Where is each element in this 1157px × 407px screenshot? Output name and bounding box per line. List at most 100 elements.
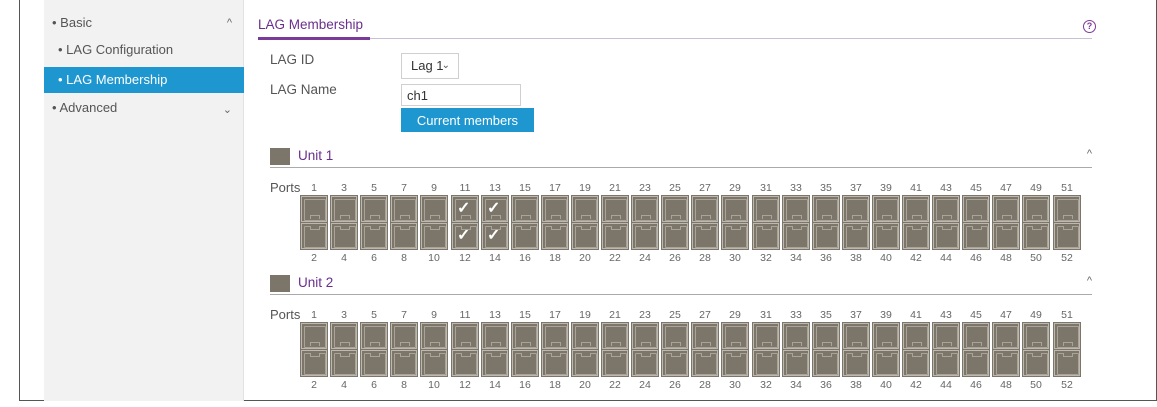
port-7[interactable] — [390, 322, 418, 350]
lag-id-select[interactable]: Lag 1 ⌄ — [401, 53, 459, 79]
port-30[interactable] — [721, 222, 749, 250]
unit-header[interactable]: Unit 2 ^ — [270, 273, 1092, 295]
port-52[interactable] — [1053, 222, 1081, 250]
port-34[interactable] — [782, 349, 810, 377]
port-18[interactable] — [541, 222, 569, 250]
port-38[interactable] — [842, 222, 870, 250]
port-20[interactable] — [571, 349, 599, 377]
port-7[interactable] — [390, 195, 418, 223]
port-43[interactable] — [932, 195, 960, 223]
sidebar-item-basic[interactable]: • Basic ^ — [44, 11, 244, 35]
sidebar-item-lag-membership[interactable]: • LAG Membership — [44, 67, 244, 93]
port-36[interactable] — [812, 349, 840, 377]
port-29[interactable] — [721, 322, 749, 350]
port-33[interactable] — [782, 322, 810, 350]
port-49[interactable] — [1022, 195, 1050, 223]
port-32[interactable] — [752, 222, 780, 250]
port-5[interactable] — [360, 195, 388, 223]
port-28[interactable] — [691, 349, 719, 377]
port-8[interactable] — [390, 349, 418, 377]
port-48[interactable] — [992, 349, 1020, 377]
port-47[interactable] — [992, 195, 1020, 223]
port-27[interactable] — [691, 195, 719, 223]
port-21[interactable] — [601, 195, 629, 223]
port-5[interactable] — [360, 322, 388, 350]
port-37[interactable] — [842, 195, 870, 223]
port-44[interactable] — [932, 349, 960, 377]
port-9[interactable] — [420, 322, 448, 350]
port-16[interactable] — [511, 349, 539, 377]
port-23[interactable] — [631, 322, 659, 350]
port-20[interactable] — [571, 222, 599, 250]
port-40[interactable] — [872, 222, 900, 250]
port-52[interactable] — [1053, 349, 1081, 377]
port-51[interactable] — [1053, 195, 1081, 223]
port-11[interactable]: ✓ — [451, 195, 479, 223]
port-9[interactable] — [420, 195, 448, 223]
port-49[interactable] — [1022, 322, 1050, 350]
port-10[interactable] — [420, 222, 448, 250]
port-14[interactable]: ✓ — [481, 222, 509, 250]
sidebar-item-lag-configuration[interactable]: • LAG Configuration — [44, 38, 244, 62]
port-24[interactable] — [631, 349, 659, 377]
unit-header[interactable]: Unit 1 ^ — [270, 146, 1092, 168]
port-34[interactable] — [782, 222, 810, 250]
port-10[interactable] — [420, 349, 448, 377]
port-47[interactable] — [992, 322, 1020, 350]
port-28[interactable] — [691, 222, 719, 250]
port-45[interactable] — [962, 195, 990, 223]
chevron-down-icon[interactable]: ⌄ — [223, 98, 232, 122]
port-13[interactable] — [481, 322, 509, 350]
port-8[interactable] — [390, 222, 418, 250]
port-31[interactable] — [752, 322, 780, 350]
port-4[interactable] — [330, 349, 358, 377]
port-13[interactable]: ✓ — [481, 195, 509, 223]
port-26[interactable] — [661, 222, 689, 250]
port-6[interactable] — [360, 349, 388, 377]
port-51[interactable] — [1053, 322, 1081, 350]
port-41[interactable] — [902, 322, 930, 350]
port-15[interactable] — [511, 322, 539, 350]
port-42[interactable] — [902, 349, 930, 377]
port-31[interactable] — [752, 195, 780, 223]
current-members-button[interactable]: Current members — [401, 108, 534, 132]
port-1[interactable] — [300, 322, 328, 350]
port-17[interactable] — [541, 322, 569, 350]
port-39[interactable] — [872, 322, 900, 350]
port-4[interactable] — [330, 222, 358, 250]
chevron-up-icon[interactable]: ^ — [1087, 148, 1092, 160]
port-17[interactable] — [541, 195, 569, 223]
port-50[interactable] — [1022, 349, 1050, 377]
port-15[interactable] — [511, 195, 539, 223]
port-44[interactable] — [932, 222, 960, 250]
port-3[interactable] — [330, 195, 358, 223]
port-26[interactable] — [661, 349, 689, 377]
port-50[interactable] — [1022, 222, 1050, 250]
sidebar-item-advanced[interactable]: • Advanced ⌄ — [44, 96, 244, 120]
port-1[interactable] — [300, 195, 328, 223]
port-48[interactable] — [992, 222, 1020, 250]
port-23[interactable] — [631, 195, 659, 223]
port-46[interactable] — [962, 349, 990, 377]
port-40[interactable] — [872, 349, 900, 377]
port-24[interactable] — [631, 222, 659, 250]
port-3[interactable] — [330, 322, 358, 350]
port-19[interactable] — [571, 322, 599, 350]
port-43[interactable] — [932, 322, 960, 350]
port-32[interactable] — [752, 349, 780, 377]
port-19[interactable] — [571, 195, 599, 223]
port-29[interactable] — [721, 195, 749, 223]
lag-name-input[interactable] — [401, 84, 521, 106]
port-12[interactable]: ✓ — [451, 222, 479, 250]
port-39[interactable] — [872, 195, 900, 223]
port-45[interactable] — [962, 322, 990, 350]
port-25[interactable] — [661, 195, 689, 223]
chevron-up-icon[interactable]: ^ — [227, 11, 232, 35]
port-37[interactable] — [842, 322, 870, 350]
port-22[interactable] — [601, 222, 629, 250]
help-icon[interactable]: ? — [1083, 20, 1096, 33]
port-22[interactable] — [601, 349, 629, 377]
port-35[interactable] — [812, 195, 840, 223]
port-6[interactable] — [360, 222, 388, 250]
port-33[interactable] — [782, 195, 810, 223]
